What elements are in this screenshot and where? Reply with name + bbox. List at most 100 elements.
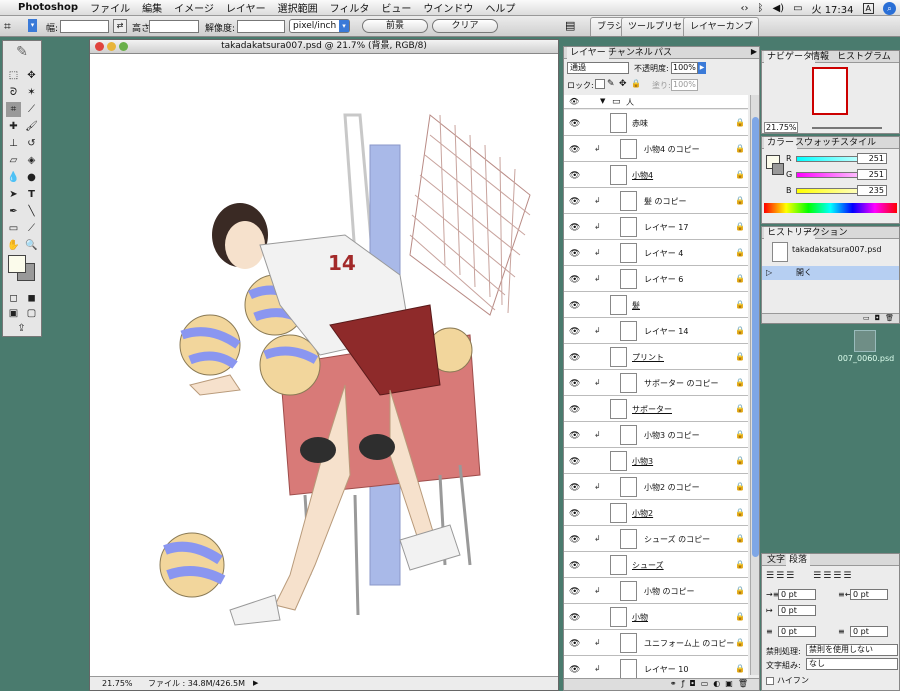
layer-thumbnail[interactable] (620, 477, 637, 497)
visibility-eye-icon[interactable]: 👁 (569, 613, 580, 623)
opacity-slider-arrow-icon[interactable]: ▶ (698, 62, 706, 74)
history-brush-tool-icon[interactable]: ↺ (24, 136, 39, 151)
layer-row[interactable]: 👁 シューズ 🔒 (564, 552, 748, 578)
tab-swatches[interactable]: スウォッチ (792, 137, 843, 149)
artwork-canvas[interactable]: 14 (90, 55, 558, 679)
trash-icon[interactable]: 🗑 (738, 679, 753, 688)
layer-row[interactable]: 👁 ↲ 小物4 のコピー 🔒 (564, 136, 748, 162)
battery-icon[interactable]: ▭ (793, 3, 802, 14)
visibility-eye-icon[interactable]: 👁 (569, 327, 580, 337)
visibility-eye-icon[interactable]: 👁 (569, 457, 580, 467)
lock-image-icon[interactable]: ✎ (607, 79, 615, 89)
scroll-thumb[interactable] (752, 117, 759, 557)
layer-thumbnail[interactable] (620, 373, 637, 393)
tab-layers[interactable]: レイヤー (567, 47, 609, 59)
lock-transparency-icon[interactable] (595, 79, 605, 89)
kinsoku-select[interactable]: 禁則を使用しない (806, 644, 898, 656)
layer-row[interactable]: 👁 ↲ 髪 のコピー 🔒 (564, 188, 748, 214)
visibility-eye-icon[interactable]: 👁 (569, 223, 580, 233)
visibility-eye-icon[interactable]: 👁 (569, 119, 580, 129)
layer-row[interactable]: 👁 小物4 🔒 (564, 162, 748, 188)
history-trash-icon[interactable]: 🗑 (885, 314, 899, 322)
adjustment-layer-icon[interactable]: ◐ (713, 679, 725, 688)
layer-row[interactable]: 👁 プリント 🔒 (564, 344, 748, 370)
quick-mask-on-icon[interactable]: ◼ (24, 291, 39, 306)
layer-row[interactable]: 👁 ↲ レイヤー 6 🔒 (564, 266, 748, 292)
b-value-field[interactable]: 235 (857, 185, 887, 196)
layer-thumbnail[interactable] (620, 139, 637, 159)
navigator-zoom-field[interactable]: 21.75% (764, 122, 798, 133)
fill-field[interactable]: 100% (671, 79, 698, 91)
menu-window[interactable]: ウインドウ (417, 0, 479, 15)
layer-group-row[interactable]: 👁 ▼ ▭ 人 (564, 95, 748, 109)
menu-layer[interactable]: レイヤー (220, 0, 272, 15)
pen-tool-icon[interactable]: ✒ (6, 204, 21, 219)
layer-thumbnail[interactable] (620, 633, 637, 653)
opacity-field[interactable]: 100% (671, 62, 698, 74)
layer-thumbnail[interactable] (620, 321, 637, 341)
menu-file[interactable]: ファイル (84, 0, 136, 15)
visibility-eye-icon[interactable]: 👁 (569, 97, 579, 106)
path-select-tool-icon[interactable]: ➤ (6, 187, 21, 202)
new-layer-icon[interactable]: ▣ (725, 679, 738, 688)
palette-well-icon[interactable]: ▤ (565, 19, 575, 32)
visibility-eye-icon[interactable]: 👁 (569, 275, 580, 285)
well-tab-layer-comps[interactable]: レイヤーカンプ (683, 17, 760, 36)
layer-row[interactable]: 👁 ↲ シューズ のコピー 🔒 (564, 526, 748, 552)
tab-info[interactable]: 情報 (808, 51, 832, 63)
volume-icon[interactable]: ◀) (772, 3, 784, 14)
layer-row[interactable]: 👁 赤味 🔒 (564, 110, 748, 136)
full-screen-mode-icon[interactable]: ▢ (24, 306, 39, 321)
clear-button[interactable]: クリア (432, 19, 498, 33)
blur-tool-icon[interactable]: 💧 (6, 170, 21, 185)
layer-thumbnail[interactable] (610, 347, 627, 367)
visibility-eye-icon[interactable]: 👁 (569, 535, 580, 545)
spectrum-bar[interactable] (764, 203, 897, 213)
feather-logo-icon[interactable]: ✎ (7, 44, 37, 64)
stamp-tool-icon[interactable]: ⊥ (6, 136, 21, 151)
zoom-tool-icon[interactable]: 🔍 (24, 238, 39, 253)
crop-tool-icon[interactable]: ⌗ (4, 19, 11, 34)
history-brush-source-icon[interactable]: ▷ (766, 266, 772, 280)
tool-preset-arrow-icon[interactable]: ▾ (28, 19, 37, 32)
magic-wand-tool-icon[interactable]: ✶ (24, 85, 39, 100)
lock-position-icon[interactable]: ✥ (619, 79, 627, 89)
line-tool-icon[interactable]: ╲ (24, 204, 39, 219)
color-bg-swatch[interactable] (772, 163, 784, 175)
visibility-eye-icon[interactable]: 👁 (569, 483, 580, 493)
visibility-eye-icon[interactable]: 👁 (569, 665, 580, 675)
layer-thumbnail[interactable] (610, 607, 627, 627)
mojikumi-select[interactable]: なし (806, 658, 898, 670)
tab-histogram[interactable]: ヒストグラム (834, 51, 894, 63)
hyphenate-checkbox[interactable] (766, 677, 774, 685)
layer-thumbnail[interactable] (620, 581, 637, 601)
layer-row[interactable]: 👁 ↲ レイヤー 14 🔒 (564, 318, 748, 344)
indent-left-field[interactable]: 0 pt (778, 589, 816, 600)
visibility-eye-icon[interactable]: 👁 (569, 145, 580, 155)
script-switch-icon[interactable]: ‹› (740, 3, 748, 14)
layer-thumbnail[interactable] (620, 269, 637, 289)
minimize-icon[interactable] (107, 42, 116, 51)
layer-thumbnail[interactable] (620, 659, 637, 679)
input-method-icon[interactable]: A (862, 2, 874, 14)
jump-to-imageready-icon[interactable]: ⇪ (14, 321, 29, 336)
visibility-eye-icon[interactable]: 👁 (569, 587, 580, 597)
visibility-eye-icon[interactable]: 👁 (569, 405, 580, 415)
justify-last-left-icon[interactable]: ☰ (813, 571, 823, 581)
menu-select[interactable]: 選択範囲 (272, 0, 324, 15)
spotlight-icon[interactable]: ⌕ (883, 1, 896, 15)
menu-view[interactable]: ビュー (375, 0, 417, 15)
tab-actions[interactable]: アクション (800, 227, 851, 239)
indent-right-field[interactable]: 0 pt (850, 589, 888, 600)
marquee-tool-icon[interactable]: ⬚ (6, 68, 21, 83)
space-before-field[interactable]: 0 pt (778, 626, 816, 637)
visibility-eye-icon[interactable]: 👁 (569, 509, 580, 519)
link-layers-icon[interactable]: ⚭ (670, 679, 682, 688)
zoom-readout[interactable]: 21.75% (102, 677, 133, 690)
tab-paragraph[interactable]: 段落 (786, 554, 811, 566)
layer-row[interactable]: 👁 ↲ 小物3 のコピー 🔒 (564, 422, 748, 448)
layer-row[interactable]: 👁 ↲ サポーター のコピー 🔒 (564, 370, 748, 396)
close-icon[interactable] (95, 42, 104, 51)
layer-thumbnail[interactable] (610, 399, 627, 419)
menu-help[interactable]: ヘルプ (479, 0, 521, 15)
